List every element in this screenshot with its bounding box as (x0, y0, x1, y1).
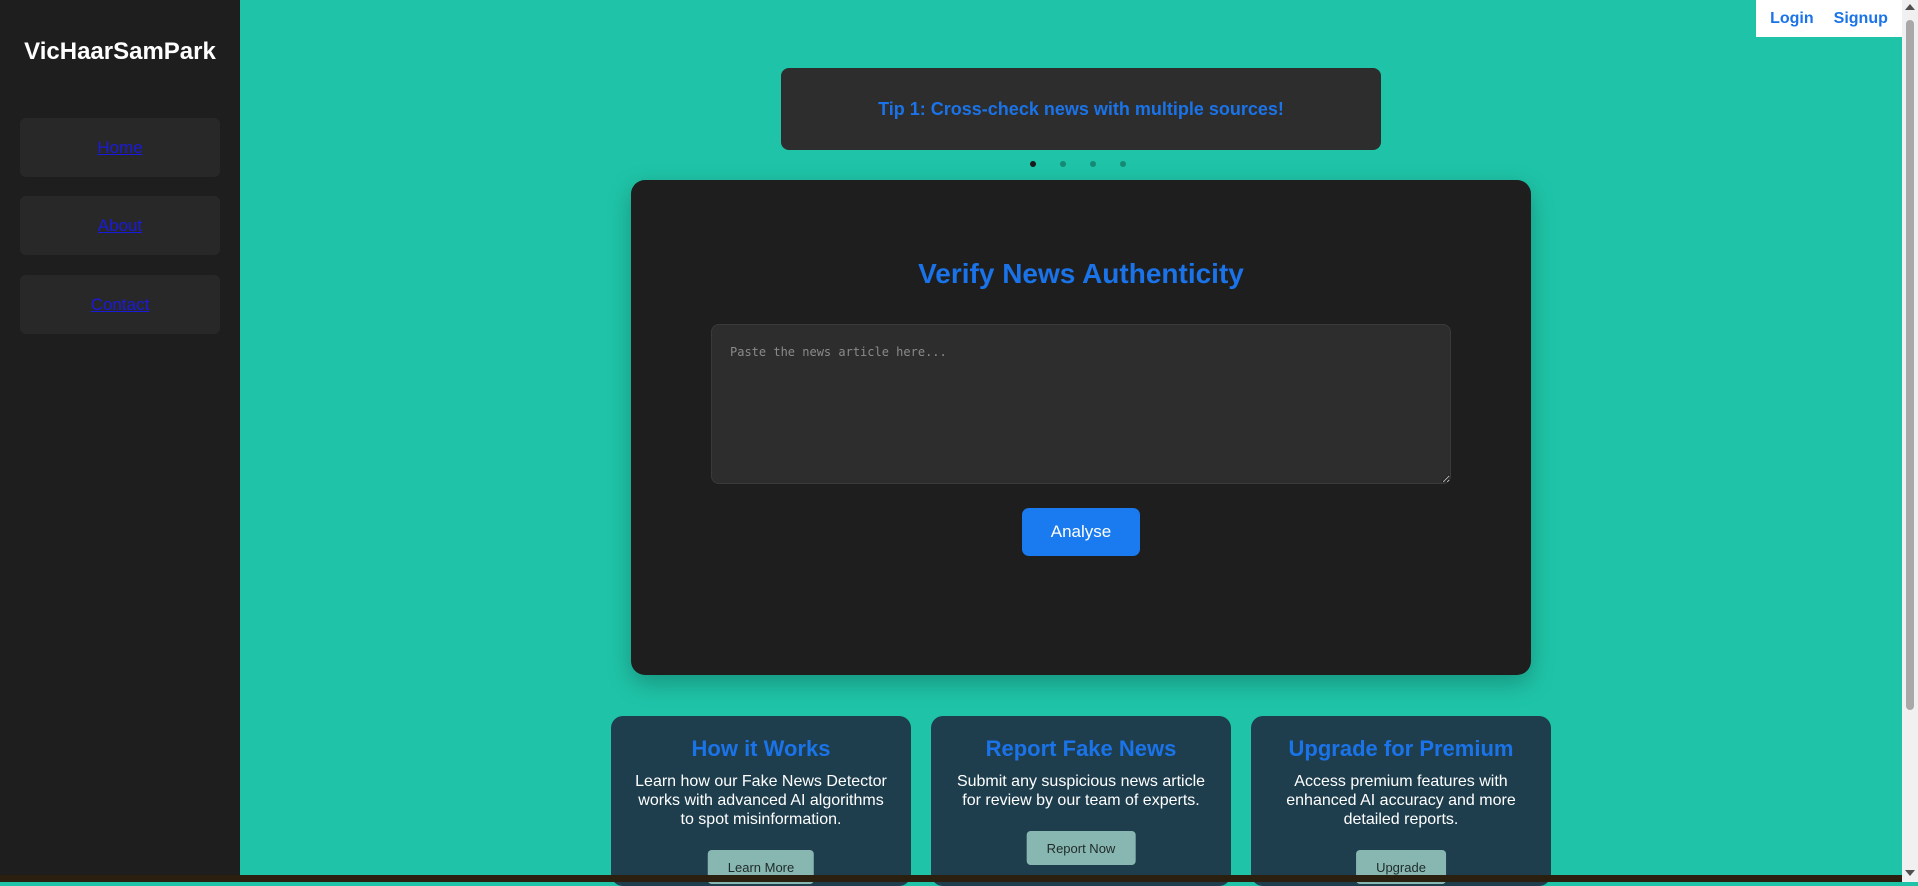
carousel-dot-4[interactable] (1120, 161, 1126, 167)
feature-title: How it Works (691, 736, 831, 761)
feature-description: Learn how our Fake News Detector works w… (635, 773, 887, 828)
sidebar-item-contact[interactable]: Contact (20, 275, 220, 334)
sidebar-item-about[interactable]: About (20, 196, 220, 255)
sidebar-link-contact[interactable]: Contact (91, 295, 150, 315)
signup-link[interactable]: Signup (1834, 10, 1888, 28)
analyse-button[interactable]: Analyse (1022, 508, 1140, 556)
sidebar-link-about[interactable]: About (98, 216, 142, 236)
auth-links: Login Signup (1756, 0, 1902, 37)
verify-title: Verify News Authenticity (918, 258, 1244, 289)
scroll-up-arrow-icon[interactable] (1905, 4, 1915, 10)
feature-description: Submit any suspicious news article for r… (956, 773, 1206, 809)
sidebar-item-home[interactable]: Home (20, 118, 220, 177)
vertical-scrollbar[interactable] (1902, 0, 1918, 882)
sidebar: VicHaarSamPark Home About Contact (0, 0, 240, 875)
report-now-button[interactable]: Report Now (1026, 831, 1136, 865)
verify-card: Verify News Authenticity Analyse (631, 180, 1531, 675)
carousel-dot-2[interactable] (1060, 161, 1066, 167)
feature-card-upgrade-premium: Upgrade for Premium Access premium featu… (1251, 716, 1551, 886)
news-article-input[interactable] (711, 324, 1451, 484)
scroll-thumb[interactable] (1906, 20, 1914, 710)
feature-card-report-fake-news: Report Fake News Submit any suspicious n… (931, 716, 1231, 886)
feature-description: Access premium features with enhanced AI… (1286, 773, 1516, 828)
login-link[interactable]: Login (1770, 10, 1814, 28)
brand-title: VicHaarSamPark (24, 38, 216, 65)
page-bottom-strip (0, 875, 1902, 882)
carousel-dot-3[interactable] (1090, 161, 1096, 167)
scroll-down-arrow-icon[interactable] (1905, 870, 1915, 876)
feature-card-how-it-works: How it Works Learn how our Fake News Det… (611, 716, 911, 886)
tip-carousel-dots (1030, 161, 1126, 167)
carousel-dot-1[interactable] (1030, 161, 1036, 167)
feature-title: Report Fake News (985, 736, 1177, 761)
tip-banner: Tip 1: Cross-check news with multiple so… (781, 68, 1381, 150)
feature-title: Upgrade for Premium (1288, 736, 1514, 761)
sidebar-link-home[interactable]: Home (97, 138, 142, 158)
